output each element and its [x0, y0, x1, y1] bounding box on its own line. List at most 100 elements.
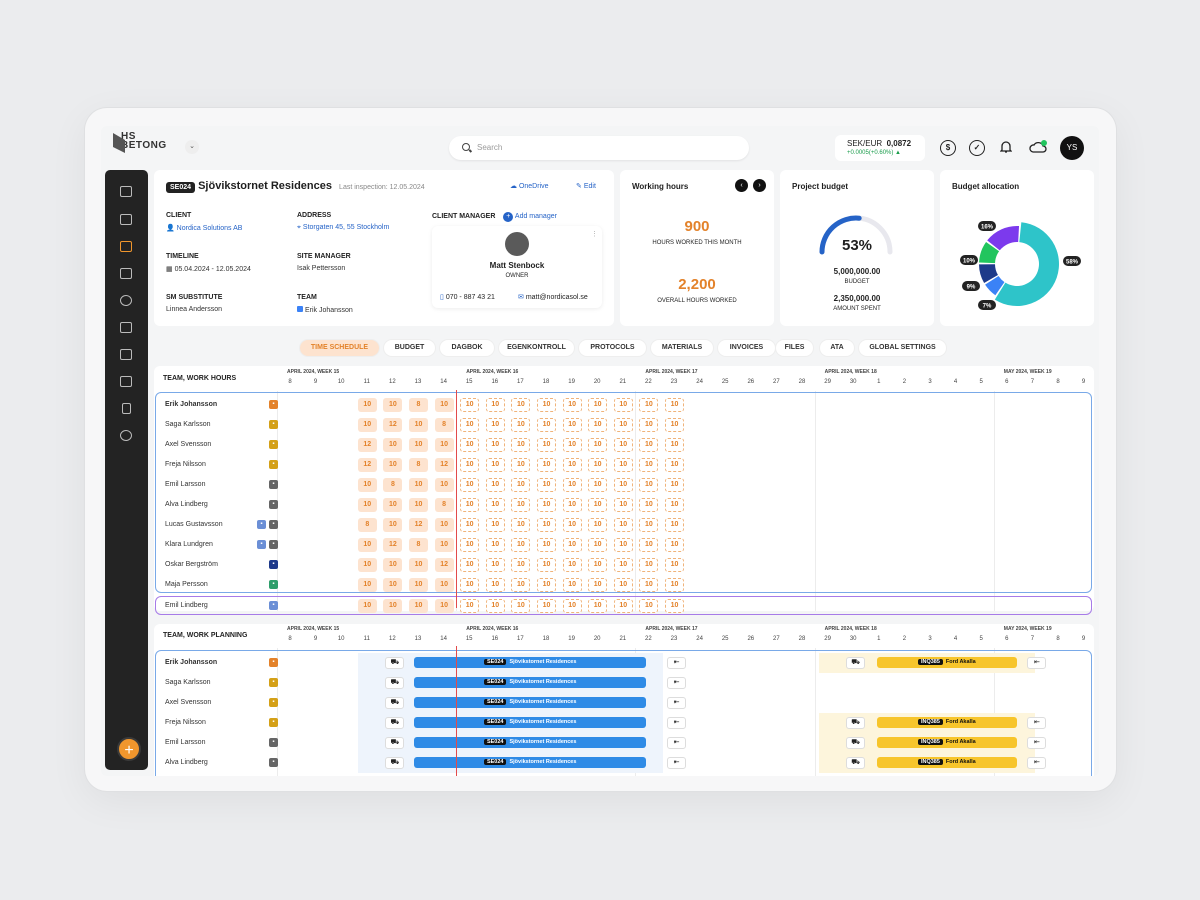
hours-cell-logged[interactable]: 10 — [357, 398, 377, 412]
hours-cell-planned[interactable]: 10 — [613, 538, 633, 552]
project-bar[interactable]: SE024 Sjövikstornet Residences — [414, 657, 647, 668]
hours-cell-planned[interactable]: 10 — [511, 558, 531, 572]
hours-cell-planned[interactable]: 10 — [485, 438, 505, 452]
more-icon[interactable]: ⋮ — [591, 230, 598, 238]
client-link[interactable]: 👤 Nordica Solutions AB — [166, 224, 242, 232]
truck-icon[interactable]: ⛟ — [385, 677, 405, 689]
hours-cell-logged[interactable]: 8 — [409, 458, 428, 472]
return-icon[interactable]: ⇤ — [1027, 737, 1047, 749]
hours-cell-planned[interactable]: 10 — [511, 578, 531, 592]
hours-cell-logged[interactable]: 12 — [383, 418, 403, 432]
hours-cell-planned[interactable]: 10 — [562, 458, 582, 472]
hours-cell-planned[interactable]: 10 — [537, 458, 556, 472]
hours-cell-planned[interactable]: 10 — [460, 398, 480, 412]
hours-cell-logged[interactable]: 10 — [383, 518, 403, 532]
hours-cell-logged[interactable]: 10 — [434, 538, 454, 552]
hours-cell-planned[interactable]: 10 — [639, 398, 659, 412]
hours-cell-planned[interactable]: 10 — [613, 458, 633, 472]
hours-cell-planned[interactable]: 10 — [537, 518, 556, 532]
hours-cell-planned[interactable]: 10 — [639, 558, 659, 572]
truck-icon[interactable]: ⛟ — [846, 737, 866, 749]
hours-cell-planned[interactable]: 10 — [460, 578, 480, 592]
project-bar[interactable]: SE024 Sjövikstornet Residences — [414, 757, 647, 768]
truck-icon[interactable] — [120, 349, 132, 360]
table-row[interactable]: Lucas Gustavsson ▪ ▪ 8 10 12 10 10 10 10 10 10 10 10 1… — [157, 515, 1092, 535]
project-bar[interactable]: SE024 Sjövikstornet Residences — [414, 677, 647, 688]
hours-cell-logged[interactable]: 10 — [409, 418, 428, 432]
hours-cell-planned[interactable]: 10 — [485, 578, 505, 592]
planning-row[interactable]: Emil Larsson ▪ ⛟ SE024 Sjövikstornet Residen… — [157, 733, 1092, 753]
return-icon[interactable]: ⇤ — [667, 697, 686, 709]
address-link[interactable]: ⌖ Storgaten 45, 55 Stockholm — [297, 224, 389, 232]
tab-time-schedule[interactable]: TIME SCHEDULE — [300, 340, 379, 356]
tab-materials[interactable]: MATERIALS — [651, 340, 713, 356]
table-row[interactable]: Alva Lindberg ▪ 10 10 10 8 10 10 10 10 10 10 10 10 10 — [157, 495, 1092, 515]
hours-cell-logged[interactable]: 10 — [357, 418, 377, 432]
hours-cell-planned[interactable]: 10 — [613, 599, 633, 613]
hours-cell-planned[interactable]: 10 — [485, 558, 505, 572]
hours-cell-planned[interactable]: 10 — [613, 438, 633, 452]
hours-cell-planned[interactable]: 10 — [639, 478, 659, 492]
hours-cell-planned[interactable]: 10 — [562, 418, 582, 432]
table-row[interactable]: Emil Lindberg ▪ 10 10 10 10 10 10 10 10 10 10 10 10 10 — [157, 596, 1092, 616]
hours-cell-planned[interactable]: 10 — [537, 398, 556, 412]
return-icon[interactable]: ⇤ — [667, 657, 686, 669]
table-row[interactable]: Klara Lundgren ▪ ▪ 10 12 8 10 10 10 10 10 10 10 10 10 1… — [157, 535, 1092, 555]
hours-cell-logged[interactable]: 10 — [409, 558, 428, 572]
hours-cell-logged[interactable]: 10 — [434, 438, 454, 452]
hours-cell-planned[interactable]: 10 — [460, 518, 480, 532]
hours-cell-planned[interactable]: 10 — [485, 478, 505, 492]
project-bar[interactable]: SE024 Sjövikstornet Residences — [414, 697, 647, 708]
hours-cell-planned[interactable]: 10 — [460, 418, 480, 432]
truck-icon[interactable]: ⛟ — [846, 657, 866, 669]
hours-cell-logged[interactable]: 10 — [383, 498, 403, 512]
phone-icon[interactable] — [122, 403, 131, 414]
hours-cell-logged[interactable]: 12 — [409, 518, 428, 532]
next-icon[interactable]: › — [753, 179, 766, 192]
truck-icon[interactable]: ⛟ — [385, 697, 405, 709]
hours-cell-planned[interactable]: 10 — [613, 498, 633, 512]
add-manager-button[interactable]: + Add manager — [503, 212, 557, 222]
hours-cell-logged[interactable]: 10 — [434, 398, 454, 412]
hours-cell-planned[interactable]: 10 — [613, 478, 633, 492]
planning-row[interactable]: Erik Johansson ▪ ⛟ SE024 Sjövikstornet Resid… — [157, 653, 1092, 673]
return-icon[interactable]: ⇤ — [667, 757, 686, 769]
hours-cell-planned[interactable]: 10 — [485, 538, 505, 552]
hours-cell-planned[interactable]: 10 — [537, 438, 556, 452]
analytics-icon[interactable] — [120, 214, 132, 225]
hours-cell-planned[interactable]: 10 — [460, 538, 480, 552]
hours-cell-logged[interactable]: 10 — [383, 398, 403, 412]
hours-cell-planned[interactable]: 10 — [485, 518, 505, 532]
hours-cell-logged[interactable]: 10 — [357, 558, 377, 572]
hours-cell-logged[interactable]: 8 — [434, 498, 454, 512]
return-icon[interactable]: ⇤ — [667, 737, 686, 749]
hours-cell-logged[interactable]: 10 — [434, 599, 454, 613]
table-row[interactable]: Oskar Bergström ▪ 10 10 10 12 10 10 10 10 10 10 10 10… — [157, 555, 1092, 575]
manager-phone[interactable]: ▯ 070 - 887 43 21 — [440, 293, 495, 301]
check-icon[interactable]: ✓ — [969, 140, 985, 156]
return-icon[interactable]: ⇤ — [1027, 717, 1047, 729]
return-icon[interactable]: ⇤ — [667, 677, 686, 689]
tab-budget[interactable]: BUDGET — [384, 340, 435, 356]
hours-cell-planned[interactable]: 10 — [460, 478, 480, 492]
return-icon[interactable]: ⇤ — [1027, 757, 1047, 769]
hours-cell-logged[interactable]: 12 — [357, 458, 377, 472]
hours-cell-planned[interactable]: 10 — [537, 538, 556, 552]
planning-row[interactable]: Axel Svensson ▪ ⛟ SE024 Sjövikstornet Reside… — [157, 693, 1092, 713]
hours-cell-planned[interactable]: 10 — [485, 398, 505, 412]
bell-icon[interactable] — [999, 140, 1013, 154]
table-row[interactable]: Emil Larsson ▪ 10 8 10 10 10 10 10 10 10 10 10 10 10 — [157, 475, 1092, 495]
hours-cell-planned[interactable]: 10 — [588, 558, 608, 572]
hours-cell-planned[interactable]: 10 — [485, 418, 505, 432]
hours-cell-planned[interactable]: 10 — [639, 438, 659, 452]
hours-cell-planned[interactable]: 10 — [588, 498, 608, 512]
hours-cell-planned[interactable]: 10 — [511, 418, 531, 432]
hours-cell-planned[interactable]: 10 — [613, 418, 633, 432]
currency-widget[interactable]: SEK/EUR 0,0872 +0.0005(+0.60%) ▲ — [835, 135, 925, 161]
truck-icon[interactable]: ⛟ — [385, 657, 405, 669]
hours-cell-planned[interactable]: 10 — [537, 498, 556, 512]
hours-cell-planned[interactable]: 10 — [511, 478, 531, 492]
hours-cell-logged[interactable]: 10 — [357, 498, 377, 512]
tab-protocols[interactable]: PROTOCOLS — [579, 340, 646, 356]
hours-cell-planned[interactable]: 10 — [511, 538, 531, 552]
